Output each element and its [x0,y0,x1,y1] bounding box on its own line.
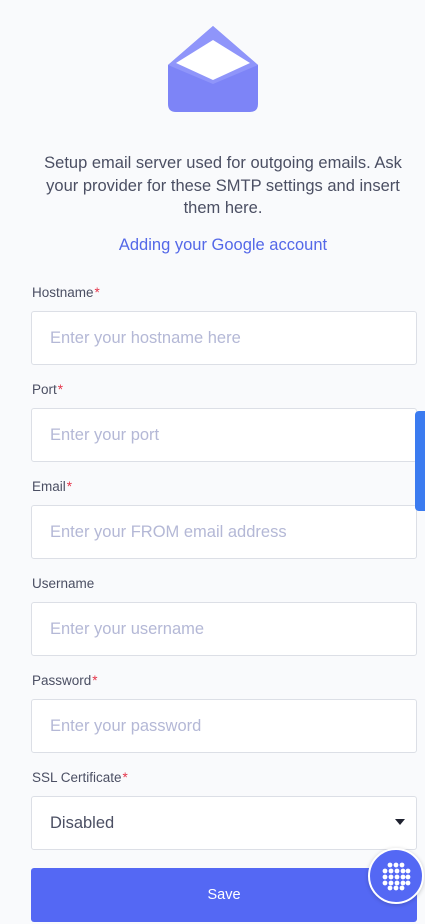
ssl-certificate-select[interactable]: Disabled [31,796,417,850]
required-mark: * [92,673,98,688]
email-label: Email* [32,479,72,494]
password-label-text: Password [32,673,92,688]
required-mark: * [66,479,73,494]
caret-down-icon [395,819,405,825]
email-input[interactable] [31,505,417,559]
email-label-text: Email [32,479,66,494]
port-label: Port* [32,382,63,397]
password-label: Password* [32,673,98,688]
required-mark: * [94,285,100,300]
grid-dots-icon [382,862,411,891]
hostname-input[interactable] [31,311,417,365]
port-label-text: Port [32,382,57,397]
hostname-label-text: Hostname [32,285,94,300]
required-mark: * [122,770,128,785]
floating-menu-button[interactable] [368,848,424,904]
username-label-text: Username [32,576,95,591]
required-mark: * [57,382,64,397]
save-button[interactable]: Save [31,868,417,922]
envelope-illustration [0,22,425,114]
envelope-open-icon [167,26,258,112]
password-input[interactable] [31,699,417,753]
google-account-guide-link[interactable]: Adding your Google account [0,236,425,255]
hostname-label: Hostname* [32,285,100,300]
username-label: Username [32,576,94,591]
ssl-certificate-label-text: SSL Certificate [32,770,122,785]
port-input[interactable] [31,408,417,462]
username-input[interactable] [31,602,417,656]
ssl-certificate-label: SSL Certificate* [32,770,128,785]
side-scroll-tab[interactable] [415,411,425,511]
smtp-description: Setup email server used for outgoing ema… [44,154,402,217]
ssl-selected-value: Disabled [50,813,115,832]
